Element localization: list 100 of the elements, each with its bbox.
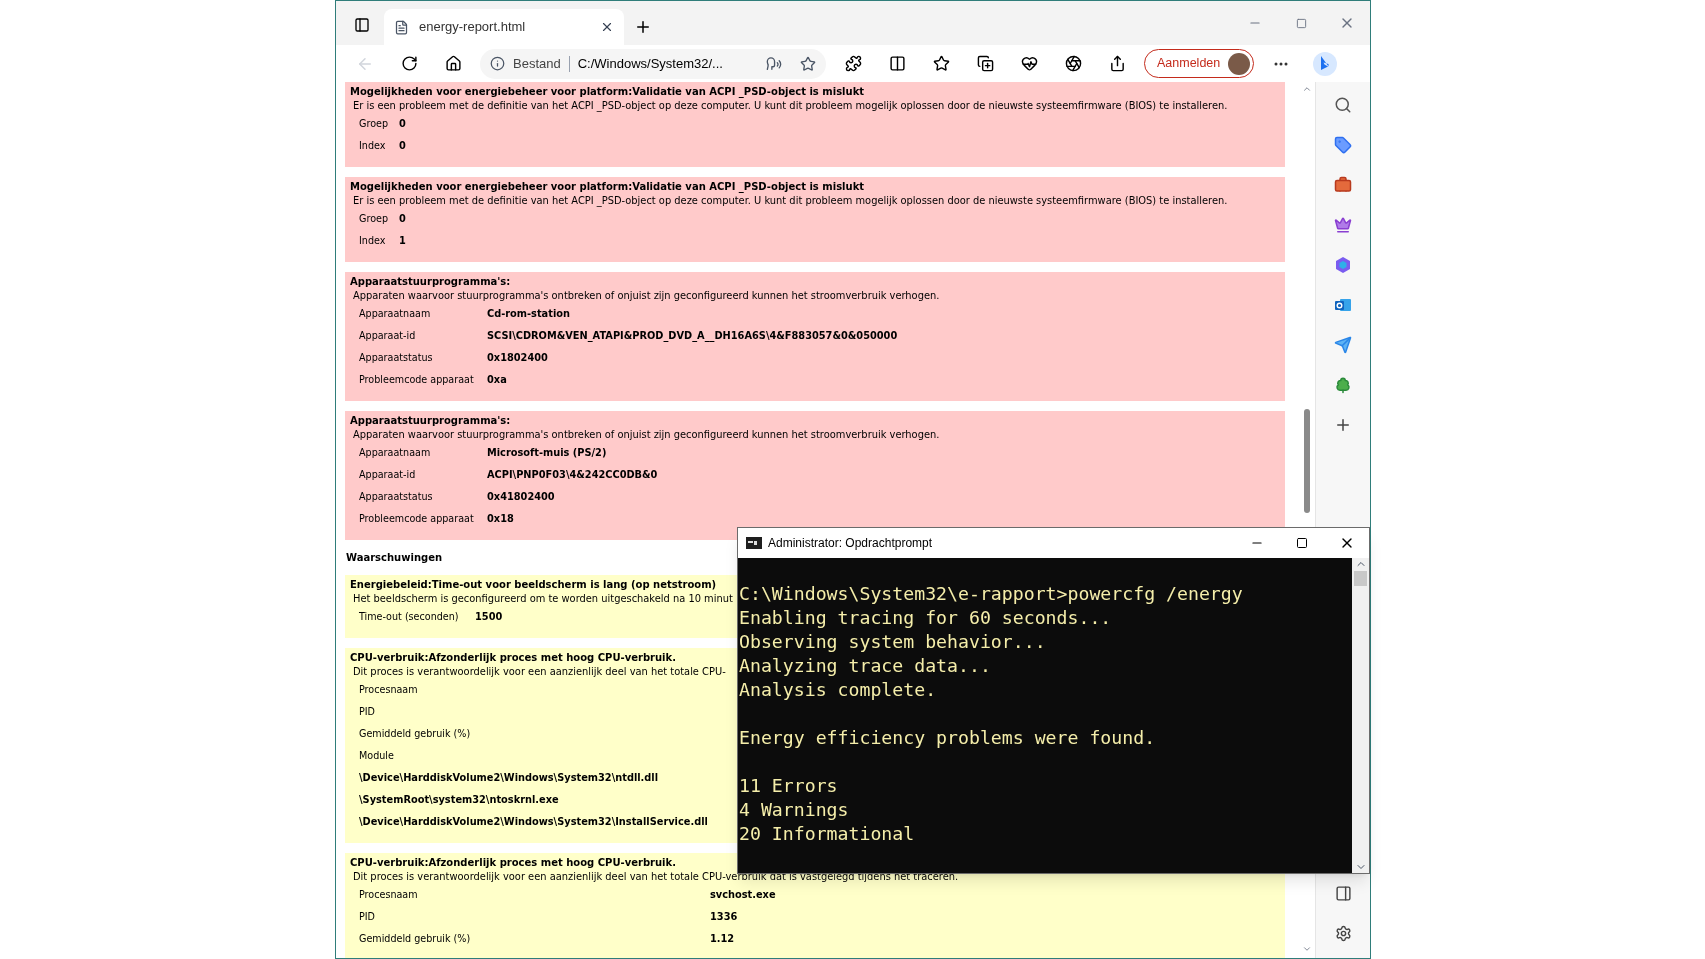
field-value: Cd-rom-station xyxy=(487,306,570,321)
field-label: Gemiddeld gebruik (%) xyxy=(359,726,472,741)
field-value: 1 xyxy=(399,233,406,248)
scroll-down-icon xyxy=(1302,944,1312,954)
browser-tab[interactable]: energy-report.html xyxy=(384,9,624,45)
paper-plane-icon xyxy=(1334,336,1352,354)
collections-icon xyxy=(976,55,994,72)
document-icon xyxy=(394,19,409,35)
card-title: CPU-verbruik:Afzonderlijk proces met hoog CPU-verbruik. xyxy=(350,651,676,665)
split-screen-icon xyxy=(888,55,906,72)
field-value: 0xa xyxy=(487,372,507,387)
close-icon xyxy=(600,20,614,34)
plus-icon xyxy=(1334,416,1352,434)
tag-icon xyxy=(1334,136,1352,154)
field-value: 0 xyxy=(399,138,406,153)
field-label: Groep xyxy=(359,116,390,131)
field-value: ACPI\PNP0F03\4&242CC0DB&0 xyxy=(487,467,658,482)
field-label: Procesnaam xyxy=(359,887,419,902)
tree-icon xyxy=(1334,376,1352,394)
card-title: Energiebeleid:Time-out voor beeldscherm is lang (op netstroom) xyxy=(350,578,717,592)
field-value: 1.12 xyxy=(710,931,735,946)
plus-icon xyxy=(634,18,652,36)
console-line: Analyzing trace data... xyxy=(739,654,992,678)
card-description: Er is een probleem met de definitie van het ACPI _PSD-object op deze computer. U kunt dit probleem mogelijk oplossen door de nieuwste systeemfirmware (BIOS) te installeren. xyxy=(353,194,1228,208)
module-path: \Device\HarddiskVolume2\Windows\System32\ntdll.dll xyxy=(359,770,659,785)
console-line: Analysis complete. xyxy=(739,678,938,702)
field-label: PID xyxy=(359,909,376,924)
section-heading: Waarschuwingen xyxy=(346,551,443,565)
puzzle-icon xyxy=(844,55,862,72)
refresh-icon xyxy=(400,55,418,72)
star-icon xyxy=(932,55,950,72)
card-description: Er is een probleem met de definitie van het ACPI _PSD-object op deze computer. U kunt dit probleem mogelijk oplossen door de nieuwste systeemfirmware (BIOS) te installeren. xyxy=(353,99,1228,113)
field-value: svchost.exe xyxy=(710,887,776,902)
scrollbar-thumb[interactable] xyxy=(1354,571,1367,586)
field-label: Apparaat-id xyxy=(359,328,417,343)
console-line: Observing system behavior... xyxy=(739,630,1047,654)
maximize-icon xyxy=(1295,17,1307,29)
settings-icon xyxy=(1334,924,1352,942)
field-value: 1500 xyxy=(475,609,503,624)
scrollbar-thumb[interactable] xyxy=(1304,409,1310,513)
console-line: 4 Warnings xyxy=(739,798,850,822)
card-title: Apparaatstuurprogramma's: xyxy=(350,275,511,289)
card-title: CPU-verbruik:Afzonderlijk proces met hoog CPU-verbruik. xyxy=(350,856,676,870)
scroll-up-icon xyxy=(1302,84,1312,94)
field-label: PID xyxy=(359,704,376,719)
field-label: Module xyxy=(359,748,395,763)
console-line: Enabling tracing for 60 seconds... xyxy=(739,606,1113,630)
field-value: 0 xyxy=(399,116,406,131)
home-icon xyxy=(444,55,462,72)
mail-icon xyxy=(1334,296,1352,314)
card-title: Mogelijkheden voor energiebeheer voor platform:Validatie van ACPI _PSD-object is mislukt xyxy=(350,85,865,99)
read-aloud-icon xyxy=(766,55,782,72)
field-label: Index xyxy=(359,233,387,248)
card-title: Apparaatstuurprogramma's: xyxy=(350,414,511,428)
field-label: Procesnaam xyxy=(359,682,419,697)
card-description: Het beeldscherm is geconfigureerd om te worden uitgeschakeld na 10 minut xyxy=(353,592,733,606)
address-bar[interactable]: Bestand C:/Windows/System32/... xyxy=(480,48,826,79)
field-label: Gemiddeld gebruik (%) xyxy=(359,931,472,946)
console-line: 11 Errors xyxy=(739,774,839,798)
field-label: Probleemcode apparaat xyxy=(359,372,475,387)
field-value: 0 xyxy=(399,211,406,226)
aperture-icon xyxy=(1064,55,1082,72)
card-description: Dit proces is verantwoordelijk voor een aanzienlijk deel van het totale CPU- xyxy=(353,665,726,679)
console-line: 20 Informational xyxy=(739,822,916,846)
field-label: Apparaat-id xyxy=(359,467,417,482)
card-title: Mogelijkheden voor energiebeheer voor platform:Validatie van ACPI _PSD-object is mislukt xyxy=(350,180,865,194)
avatar xyxy=(1228,52,1251,75)
info-icon xyxy=(490,56,505,71)
console-scrollbar[interactable] xyxy=(1352,558,1369,873)
field-value: SCSI\CDROM&VEN_ATAPI&PROD_DVD_A__DH16A6S\4&F883057&0&050000 xyxy=(487,328,898,344)
console-title: Administrator: Opdrachtprompt xyxy=(768,535,933,552)
card-description: Apparaten waarvoor stuurprogramma's ontbreken of onjuist zijn geconfigureerd kunnen het stroomverbruik verhogen. xyxy=(353,428,940,442)
maximize-icon xyxy=(1295,537,1308,549)
field-value: 0x41802400 xyxy=(487,489,555,504)
card-description: Apparaten waarvoor stuurprogramma's ontbreken of onjuist zijn geconfigureerd kunnen het stroomverbruik verhogen. xyxy=(353,289,940,303)
address-scheme: Bestand xyxy=(513,54,561,73)
field-label: Apparaatnaam xyxy=(359,445,432,460)
module-path: \SystemRoot\system32\ntoskrnl.exe xyxy=(359,792,559,807)
field-value: 0x18 xyxy=(487,511,514,526)
panel-icon xyxy=(354,17,370,33)
field-label: Groep xyxy=(359,211,390,226)
field-label: Time-out (seconden) xyxy=(359,609,460,624)
crown-icon xyxy=(1334,216,1352,234)
address-url: C:/Windows/System32/... xyxy=(577,54,723,73)
console-line: C:\Windows\System32\e-rapport>powercfg /energy xyxy=(739,582,1244,606)
share-icon xyxy=(1108,55,1126,72)
panel-icon xyxy=(1334,884,1352,902)
field-label: Apparaatstatus xyxy=(359,350,434,365)
field-value: 0x1802400 xyxy=(487,350,548,365)
field-label: Apparaatnaam xyxy=(359,306,432,321)
toolbox-icon xyxy=(1334,176,1352,194)
field-value: Microsoft-muis (PS/2) xyxy=(487,445,607,460)
hexagon-icon xyxy=(1334,256,1352,274)
tab-title: energy-report.html xyxy=(419,18,527,37)
search-icon xyxy=(1334,96,1352,114)
field-value: 1336 xyxy=(710,909,738,924)
more-icon xyxy=(1274,61,1289,66)
console-icon xyxy=(746,537,762,549)
field-label: Apparaatstatus xyxy=(359,489,434,504)
field-label: Probleemcode apparaat xyxy=(359,511,475,526)
